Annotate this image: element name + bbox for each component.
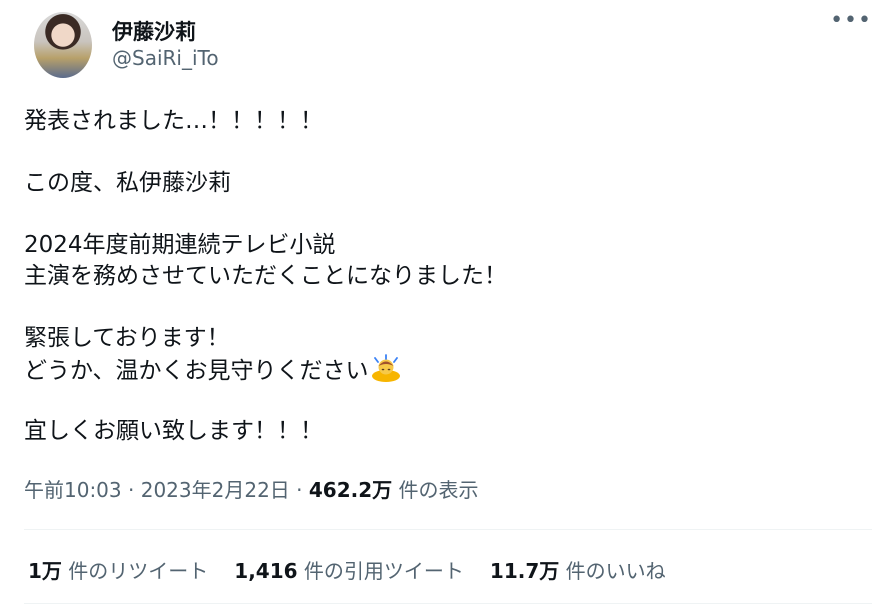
tweet-time[interactable]: 午前10:03 [24, 478, 122, 502]
tweet-line: 宜しくお願い致します！！！ [24, 418, 323, 444]
divider [24, 603, 872, 604]
tweet-header: 伊藤沙莉 @SaiRi_iTo [34, 12, 896, 82]
tweet-line: 主演を務めさせていただくことになりました！ [24, 263, 507, 289]
quotes-stat[interactable]: 1,416 件の引用ツイート [234, 555, 464, 584]
user-handle[interactable]: @SaiRi_iTo [112, 46, 219, 70]
like-count: 11.7万 [489, 559, 560, 583]
tweet-line: 発表されました…！！！！！ [24, 108, 323, 134]
tweet-date[interactable]: 2023年2月22日 [141, 478, 290, 502]
tweet-meta: 午前10:03 · 2023年2月22日 · 462.2万 件の表示 [24, 474, 479, 503]
likes-stat[interactable]: 11.7万 件のいいね [490, 555, 666, 584]
quote-count: 1,416 [234, 559, 298, 583]
tweet-line: 緊張しております！ [24, 325, 230, 351]
retweet-label: 件のリツイート [61, 559, 209, 583]
tweet-stats: 1万 件のリツイート 1,416 件の引用ツイート 11.7万 件のいいね [28, 555, 692, 584]
tweet-line-with-emoji: どうか、温かくお見守りください [24, 354, 872, 385]
view-label: 件の表示 [392, 478, 479, 502]
tweet-line: どうか、温かくお見守りください [24, 358, 369, 384]
tweet-text: 発表されました…！！！！！ この度、私伊藤沙莉 2024年度前期連続テレビ小説 … [24, 106, 872, 447]
quote-label: 件の引用ツイート [297, 559, 464, 583]
avatar[interactable] [34, 12, 92, 78]
tweet-line: この度、私伊藤沙莉 [24, 170, 231, 196]
tweet-line: 2024年度前期連続テレビ小説 [24, 232, 336, 258]
retweets-stat[interactable]: 1万 件のリツイート [28, 555, 208, 584]
separator: · [121, 478, 141, 502]
separator: · [289, 478, 309, 502]
like-label: 件のいいね [559, 559, 666, 583]
person-bowing-icon [371, 354, 401, 382]
view-count: 462.2万 [308, 478, 393, 502]
more-options-icon[interactable]: ••• [830, 8, 872, 33]
divider [24, 529, 872, 530]
retweet-count: 1万 [28, 559, 62, 583]
display-name[interactable]: 伊藤沙莉 [112, 16, 196, 46]
